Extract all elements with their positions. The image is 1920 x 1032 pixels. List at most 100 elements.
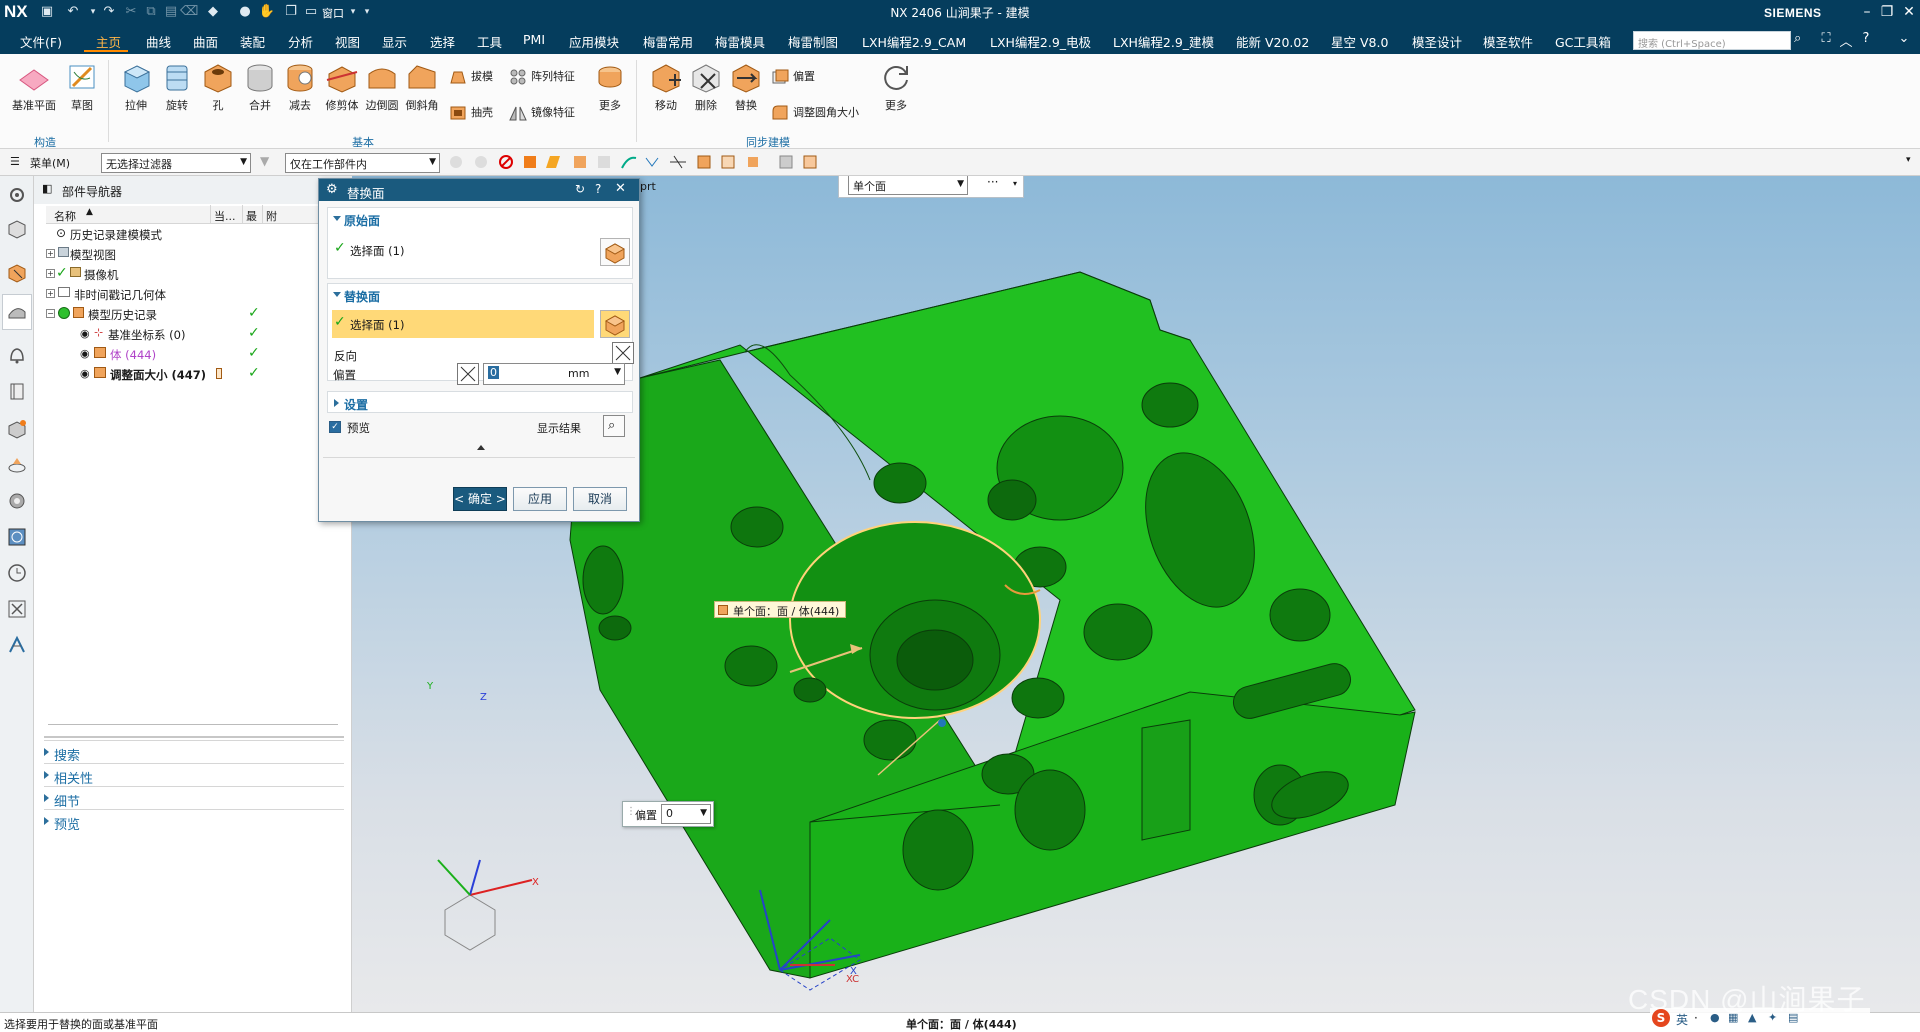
ime-keyboard-icon[interactable]: ▦ <box>1728 1011 1738 1024</box>
onscreen-offset-input[interactable]: 0 ▼ <box>661 804 711 824</box>
copy-icon[interactable]: ⧉ <box>142 3 160 21</box>
ime-menu-icon[interactable]: ▤ <box>1788 1011 1798 1024</box>
col-attach[interactable]: 附 <box>266 208 277 224</box>
close-icon[interactable]: ✕ <box>1898 2 1920 22</box>
menu-nengxin[interactable]: 能新 V20.02 <box>1236 32 1309 51</box>
chamfer-button[interactable]: 倒斜角 <box>402 60 442 113</box>
mirror-feature-button[interactable]: 镜像特征 <box>508 100 575 126</box>
menu-meilei-drawing[interactable]: 梅雷制图 <box>788 32 838 51</box>
ime-mode-icon[interactable]: 英 <box>1676 1011 1688 1028</box>
clock-icon[interactable] <box>6 562 28 584</box>
menu-tools[interactable]: 工具 <box>477 32 502 51</box>
menu-assembly[interactable]: 装配 <box>240 32 265 51</box>
delete-icon[interactable]: ⌫ <box>180 3 198 21</box>
visibility-eye-icon[interactable]: ◉ <box>80 327 90 340</box>
window-switch-icon[interactable]: ❐ <box>282 3 300 21</box>
undo-icon[interactable]: ↶ <box>64 3 82 21</box>
menu-curve[interactable]: 曲线 <box>146 32 171 51</box>
globe-icon[interactable] <box>6 526 28 548</box>
tools-icon[interactable] <box>6 598 28 620</box>
type-filter-dropdown[interactable]: 无选择过滤器 ▼ <box>101 153 251 173</box>
tree-row-model-views[interactable]: + 模型视图 <box>46 244 346 264</box>
onscreen-offset-box[interactable]: ⋮ 偏置 0 ▼ <box>622 801 714 827</box>
main-menu-button[interactable]: 菜单(M) <box>30 155 70 171</box>
close-icon[interactable]: ✕ <box>615 181 626 196</box>
visibility-eye-icon[interactable]: ◉ <box>80 347 90 360</box>
section-search[interactable]: 搜索 <box>44 740 344 764</box>
tree-row-non-timestamp[interactable]: + 非时间戳记几何体 <box>46 284 346 304</box>
offset-input[interactable]: 0 mm ▼ <box>483 363 625 385</box>
settings-icon[interactable] <box>6 184 28 206</box>
command-finder-icon[interactable]: ◆ <box>204 3 222 21</box>
expand-icon[interactable]: + <box>46 289 55 298</box>
constraint-navigator-icon[interactable] <box>6 262 28 284</box>
navigator-scrollbar[interactable] <box>48 724 338 725</box>
subtract-button[interactable]: 减去 <box>280 60 320 113</box>
assembly-navigator-icon[interactable] <box>6 218 28 240</box>
menu-meilei-mold[interactable]: 梅雷模具 <box>715 32 765 51</box>
edge-blend-button[interactable]: 边倒圆 <box>362 60 402 113</box>
part-navigator-icon[interactable] <box>6 300 28 322</box>
select-original-face-button[interactable] <box>600 238 630 266</box>
tree-row-datum-csys[interactable]: ◉ ⊹ 基准坐标系 (0) ✓ <box>46 324 346 344</box>
tree-row-body[interactable]: ◉ 体 (444) ✓ <box>46 344 346 364</box>
apply-button[interactable]: 应用 <box>513 487 567 511</box>
shell-button[interactable]: 抽壳 <box>448 100 493 126</box>
customize-qa-icon[interactable]: ▾ <box>358 3 376 21</box>
expand-icon[interactable]: + <box>46 249 55 258</box>
filter-icon[interactable]: ▼ <box>260 154 269 168</box>
snap-toolbar[interactable] <box>446 152 836 172</box>
select-replacement-face-button[interactable] <box>600 310 630 338</box>
microphone-icon[interactable]: ● <box>236 3 254 21</box>
collapse-icon[interactable]: − <box>46 309 55 318</box>
offset-measure-button[interactable] <box>457 363 479 385</box>
redo-icon[interactable]: ↷ <box>100 3 118 21</box>
section-header-original[interactable]: 原始面 <box>328 208 632 230</box>
command-search-input[interactable]: 搜索 (Ctrl+Space) <box>1633 31 1791 50</box>
col-latest[interactable]: 最 <box>246 208 257 224</box>
menu-analysis[interactable]: 分析 <box>288 32 313 51</box>
restore-icon[interactable]: ❐ <box>1876 2 1898 22</box>
tree-row-cameras[interactable]: + ✓ 摄像机 <box>46 264 346 284</box>
cancel-button[interactable]: 取消 <box>573 487 627 511</box>
navigator-splitter[interactable] <box>44 736 344 738</box>
menu-mosheng-software[interactable]: 模圣软件 <box>1483 32 1533 51</box>
role-icon[interactable] <box>6 634 28 656</box>
notification-bell-icon[interactable] <box>6 344 28 366</box>
original-select-face[interactable]: 选择面 (1) <box>350 243 404 259</box>
window-menu[interactable]: 窗口 <box>322 5 344 21</box>
tree-row-model-history[interactable]: − 模型历史记录 ✓ <box>46 304 346 324</box>
hole-button[interactable]: 孔 <box>198 60 238 113</box>
help-icon[interactable]: ? <box>1857 31 1875 49</box>
window-icon[interactable]: ▭ <box>302 3 320 21</box>
revolve-button[interactable]: 旋转 <box>157 60 197 113</box>
move-face-button[interactable]: 移动 <box>646 60 686 113</box>
col-name[interactable]: 名称 <box>54 208 76 224</box>
expand-icon[interactable]: + <box>46 269 55 278</box>
sync-more-button[interactable]: 更多 <box>876 60 916 113</box>
section-settings[interactable]: 设置 <box>327 391 633 413</box>
visibility-eye-icon[interactable]: ◉ <box>80 367 90 380</box>
search-icon[interactable]: ⌕ <box>1794 31 1810 47</box>
face-rule-dropdown[interactable]: 单个面 ▼ <box>848 176 968 195</box>
menu-home[interactable]: 主页 <box>96 32 121 51</box>
menu-surface[interactable]: 曲面 <box>193 32 218 51</box>
ime-toolbar[interactable]: S 英 · ● ▦ ▲ ✦ ▤ <box>1650 1008 1870 1030</box>
trim-body-button[interactable]: 修剪体 <box>320 60 364 113</box>
menu-xingkong[interactable]: 星空 V8.0 <box>1331 32 1388 51</box>
ime-tool-icon[interactable]: ✦ <box>1768 1011 1777 1024</box>
offset-face-button[interactable]: 偏置 <box>770 64 815 90</box>
menu-lxh-cam[interactable]: LXH编程2.9_CAM <box>862 32 966 51</box>
replace-face-button[interactable]: 替换 <box>726 60 766 113</box>
cut-icon[interactable]: ✂ <box>122 3 140 21</box>
history-palette-icon[interactable] <box>6 490 28 512</box>
web-browser-icon[interactable] <box>6 454 28 476</box>
preview-checkbox[interactable]: ✓ <box>329 421 341 433</box>
menu-view[interactable]: 视图 <box>335 32 360 51</box>
reverse-direction-button[interactable] <box>612 342 634 364</box>
basic-more-button[interactable]: 更多 <box>590 60 630 113</box>
collapse-dialog-icon[interactable] <box>477 445 485 450</box>
ribbon-options-icon[interactable]: ⌄ <box>1895 31 1913 49</box>
save-icon[interactable]: ▣ <box>38 3 56 21</box>
menu-lxh-electrode[interactable]: LXH编程2.9_电极 <box>990 32 1091 51</box>
